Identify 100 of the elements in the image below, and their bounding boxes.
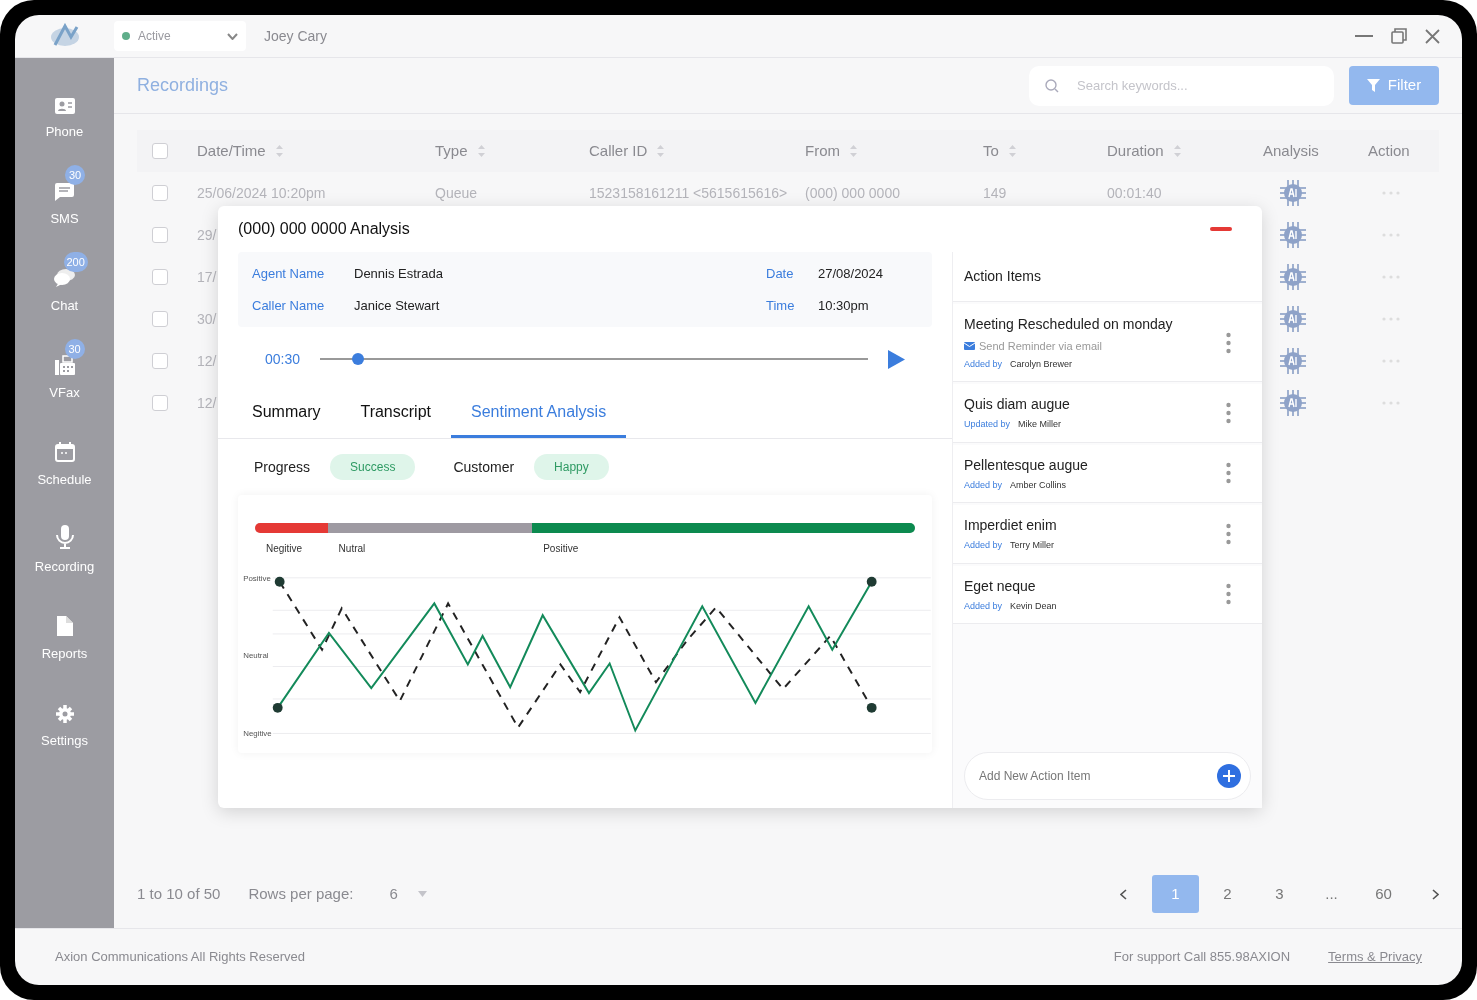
more-options-icon[interactable] xyxy=(1226,583,1231,606)
table-cell: 25/06/2024 10:20pm xyxy=(197,184,326,201)
more-options-icon[interactable] xyxy=(1226,331,1231,354)
previous-page-icon[interactable] xyxy=(1120,888,1127,900)
microphone-icon xyxy=(55,525,74,549)
page-button[interactable]: ... xyxy=(1308,875,1355,913)
sidebar-item[interactable]: 30 VFax xyxy=(15,337,114,424)
play-icon[interactable] xyxy=(888,349,905,369)
checkbox[interactable] xyxy=(152,185,168,201)
next-page-icon[interactable] xyxy=(1432,888,1439,900)
ai-chip-icon[interactable] xyxy=(1280,348,1306,374)
checkbox[interactable] xyxy=(152,227,168,243)
restore-icon[interactable] xyxy=(1391,28,1407,44)
chat-bubbles-icon xyxy=(53,268,76,288)
page-button[interactable]: 1 xyxy=(1152,875,1199,913)
author-name: Amber Collins xyxy=(1010,478,1067,492)
tab[interactable]: Sentiment Analysis xyxy=(451,389,627,438)
sidebar-item[interactable]: Settings xyxy=(15,685,114,772)
sort-icon xyxy=(657,145,665,157)
action-item[interactable]: Meeting Rescheduled on monday Send Reminder via email Added by Carolyn Brewer xyxy=(953,304,1262,382)
column-header[interactable]: Type xyxy=(435,139,589,163)
seek-thumb[interactable] xyxy=(352,353,365,365)
sidebar-item[interactable]: Recording xyxy=(15,511,114,598)
sort-icon xyxy=(477,145,485,157)
column-header[interactable]: Date/Time xyxy=(197,139,435,163)
column-header[interactable]: Duration xyxy=(1107,139,1263,163)
column-header[interactable]: To xyxy=(983,139,1107,163)
support-text: For support Call 855.98AXION xyxy=(1113,948,1291,967)
search-field[interactable]: Search keywords... xyxy=(1029,65,1334,106)
action-item[interactable]: Imperdiet enim Added by Terry Miller xyxy=(953,505,1262,564)
sidebar-item[interactable]: Reports xyxy=(15,598,114,685)
column-header[interactable]: Caller ID xyxy=(589,139,805,163)
checkbox[interactable] xyxy=(152,353,168,369)
status-dropdown[interactable]: Active xyxy=(114,21,246,51)
sort-icon xyxy=(1173,145,1181,157)
sidebar-item[interactable]: Schedule xyxy=(15,424,114,511)
table-cell: 00:01:40 xyxy=(1107,184,1162,201)
close-icon[interactable] xyxy=(1425,28,1440,44)
action-item[interactable]: Eget neque Added by Kevin Dean xyxy=(953,565,1262,624)
action-item[interactable]: Quis diam augue Updated by Mike Miller xyxy=(953,384,1262,443)
table-cell: 12/ xyxy=(197,394,217,411)
document-icon xyxy=(56,616,73,636)
checkbox[interactable] xyxy=(152,143,168,159)
more-options-icon[interactable] xyxy=(1226,522,1231,545)
filter-icon xyxy=(1366,79,1380,92)
checkbox[interactable] xyxy=(152,311,168,327)
tab[interactable]: Summary xyxy=(232,389,341,438)
filter-button[interactable]: Filter xyxy=(1349,66,1439,105)
author-label: Added by xyxy=(964,539,1003,552)
table-cell: (000) 000 0000 xyxy=(805,184,900,201)
more-options-icon[interactable] xyxy=(1226,401,1231,424)
segment-label: Positive xyxy=(543,542,579,554)
author-name: Terry Miller xyxy=(1010,539,1055,552)
column-header: Analysis xyxy=(1263,140,1320,161)
column-header: Action xyxy=(1368,140,1411,161)
axis-label: Neutral xyxy=(243,650,269,660)
tab[interactable]: Transcript xyxy=(340,389,451,438)
status-pill: Success xyxy=(330,454,416,480)
envelope-icon xyxy=(964,342,975,351)
status-pill: Happy xyxy=(534,454,609,480)
field-value: Janice Stewart xyxy=(354,296,441,315)
gear-icon xyxy=(55,705,74,723)
column-header[interactable]: From xyxy=(805,139,983,163)
checkbox[interactable] xyxy=(152,395,168,411)
notification-badge: 30 xyxy=(64,339,85,359)
ai-chip-icon[interactable] xyxy=(1280,222,1306,248)
terms-link[interactable]: Terms & Privacy xyxy=(1328,947,1422,967)
segment-label: Negitive xyxy=(266,542,303,554)
action-item-note: Send Reminder via email xyxy=(979,339,1102,354)
action-item[interactable]: Pellentesque augue Added by Amber Collins xyxy=(953,444,1262,503)
page-button[interactable]: 2 xyxy=(1204,875,1251,913)
checkbox[interactable] xyxy=(152,269,168,285)
field-label: Agent Name xyxy=(252,265,326,283)
ai-chip-icon[interactable] xyxy=(1280,390,1306,416)
add-action-field[interactable]: Add New Action Item xyxy=(964,752,1251,800)
minimize-icon[interactable] xyxy=(1355,34,1373,38)
more-options-icon[interactable] xyxy=(1226,462,1231,485)
table-cell: 149 xyxy=(983,184,1007,201)
notification-badge: 30 xyxy=(65,165,85,185)
sidebar-item[interactable]: Phone xyxy=(15,76,114,163)
page-button[interactable]: 3 xyxy=(1256,875,1303,913)
page-button[interactable]: 60 xyxy=(1360,875,1407,913)
fax-icon xyxy=(54,355,75,375)
calendar-icon xyxy=(54,442,75,462)
add-icon[interactable] xyxy=(1217,764,1241,788)
ai-chip-icon[interactable] xyxy=(1280,264,1306,290)
minimize-icon[interactable] xyxy=(1210,227,1232,231)
sidebar-item[interactable]: 200 Chat xyxy=(15,250,114,337)
panel-title: Action Items xyxy=(964,267,1042,286)
action-item-title: Quis diam augue xyxy=(964,395,1070,414)
field-label: Caller Name xyxy=(252,296,326,315)
table-cell: 17/ xyxy=(197,268,217,285)
rows-per-page-select[interactable]: 6 xyxy=(389,882,427,906)
playback-time: 00:30 xyxy=(265,349,301,369)
notification-badge: 200 xyxy=(63,252,88,272)
sidebar-item[interactable]: 30 SMS xyxy=(15,163,114,250)
ai-chip-icon[interactable] xyxy=(1280,180,1306,206)
ai-chip-icon[interactable] xyxy=(1280,306,1306,332)
sort-icon xyxy=(1008,145,1016,157)
page-range: 1 to 10 of 50 xyxy=(137,883,221,904)
